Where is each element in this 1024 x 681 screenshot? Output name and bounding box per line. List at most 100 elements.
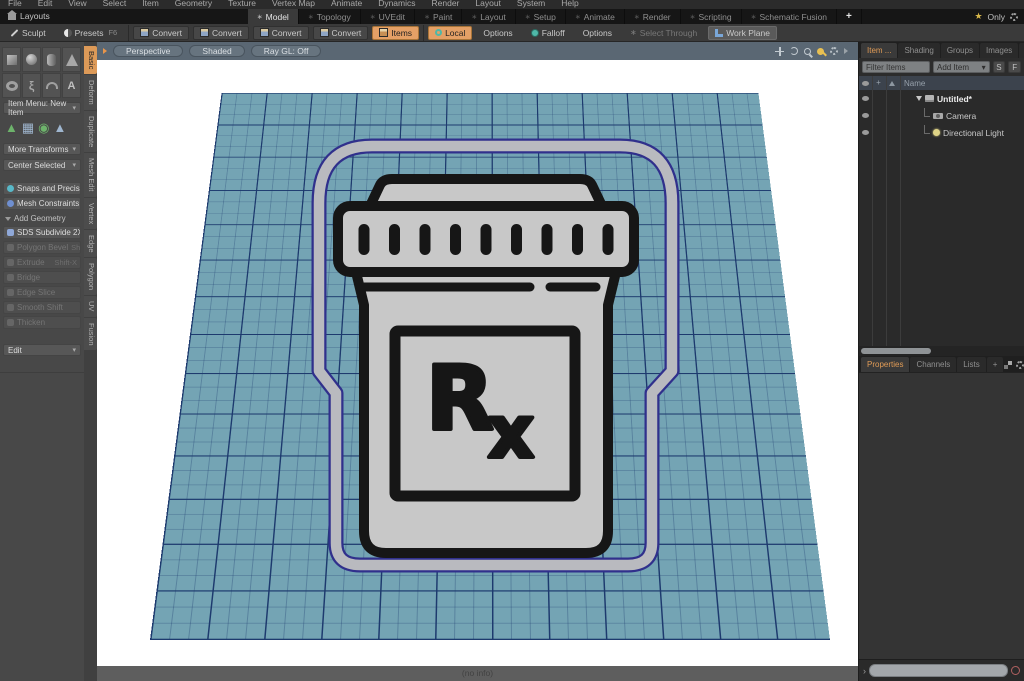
tab-paint[interactable]: ∗ Paint [415,9,463,24]
pan-icon[interactable] [775,46,784,56]
menu-file[interactable]: File [0,0,30,9]
vtab-polygon[interactable]: Polygon [84,258,97,296]
record-macro-icon[interactable] [1011,666,1020,675]
smooth-shift-button[interactable]: Smooth Shift [3,301,81,314]
rx-bottle-cookie-cutter-model[interactable]: Rx [300,133,690,578]
layouts-icon[interactable] [7,10,17,20]
visibility-cell[interactable] [859,130,872,135]
text-tool-button[interactable]: A [62,73,81,98]
viewport-canvas[interactable]: Rx [97,60,858,666]
torus-primitive-button[interactable] [2,73,21,98]
convert-button-1[interactable]: Convert [133,25,189,40]
menu-select[interactable]: Select [95,0,135,9]
locator-item-icon[interactable]: ▲ [5,119,18,137]
viewport-more-icon[interactable] [844,48,848,54]
viewport-menu-arrow-icon[interactable] [103,48,107,54]
sculpt-button[interactable]: Sculpt [3,26,53,40]
vtab-fusion[interactable]: Fusion [84,317,97,351]
presets-button[interactable]: Presets F6 [57,26,125,40]
f-button[interactable]: F [1008,61,1021,73]
cylinder-primitive-button[interactable] [42,47,61,72]
tab-model[interactable]: ∗ Model [247,9,299,24]
tree-row-untitled[interactable]: Untitled* [859,90,1024,107]
tab-setup[interactable]: ∗ Setup [516,9,566,24]
tree-horizontal-scrollbar[interactable] [859,346,1024,356]
tab-scripting[interactable]: ∗ Scripting [681,9,742,24]
select-through-button[interactable]: ∗ Select Through [623,26,704,40]
tab-channels[interactable]: Channels [910,357,957,372]
polygon-bevel-button[interactable]: Polygon BevelShift-B [3,241,81,254]
options-button-2[interactable]: Options [576,26,619,40]
edit-dropdown[interactable]: Edit ▾ [3,344,81,356]
convert-button-2[interactable]: Convert [192,25,249,40]
tree-row-camera[interactable]: Camera [859,107,1024,124]
thicken-button[interactable]: Thicken [3,316,81,329]
mesh-item-icon[interactable]: ▦ [22,119,34,137]
tab-layout[interactable]: ∗ Layout [462,9,516,24]
add-item-dropdown[interactable]: Add Item ▾ [933,61,990,73]
tab-add-panel[interactable]: + [1019,43,1024,58]
cube-primitive-button[interactable] [2,47,21,72]
edge-slice-button[interactable]: Edge Slice [3,286,81,299]
s-button[interactable]: S [992,61,1006,73]
curve-tool-button[interactable] [42,73,61,98]
local-action-center-button[interactable]: Local [428,25,473,40]
tab-properties[interactable]: Properties [861,357,910,372]
viewport-gear-icon[interactable] [830,47,838,55]
bridge-button[interactable]: Bridge [3,271,81,284]
convert-button-4[interactable]: Convert [312,25,369,40]
menu-vertex-map[interactable]: Vertex Map [264,0,323,9]
vtab-vertex[interactable]: Vertex [84,197,97,229]
sds-subdivide-button[interactable]: SDS Subdivide 2X [3,226,81,239]
command-input[interactable] [869,664,1008,677]
layouts-label[interactable]: Layouts [20,9,50,24]
sphere-primitive-button[interactable] [22,47,41,72]
tab-render[interactable]: ∗ Render [625,9,681,24]
tab-lists[interactable]: Lists [957,357,986,372]
add-tab-button[interactable]: + [837,9,862,24]
items-mode-button[interactable]: Items [372,25,420,40]
snaps-precision-button[interactable]: Snaps and Precision [3,182,81,195]
rotate-icon[interactable] [790,47,798,55]
popout-icon[interactable] [1004,360,1013,369]
tab-add-panel[interactable]: + [986,357,1004,372]
menu-geometry[interactable]: Geometry [167,0,220,9]
menu-item[interactable]: Item [134,0,167,9]
helix-tool-button[interactable]: ξ [22,73,41,98]
vtab-mesh-edit[interactable]: Mesh Edit [84,153,97,197]
favorite-star-icon[interactable]: ★ [974,9,982,24]
work-plane-button[interactable]: Work Plane [708,25,777,40]
mesh-constraints-button[interactable]: Mesh Constraints [3,197,81,210]
tab-item-list[interactable]: Item ... [861,43,898,58]
raygl-dropdown[interactable]: Ray GL: Off [250,45,322,57]
item-menu-dropdown[interactable]: Item Menu: New Item ▾ [3,99,81,117]
vtab-deform[interactable]: Deform [84,75,97,110]
menu-help[interactable]: Help [553,0,586,9]
menu-dynamics[interactable]: Dynamics [370,0,423,9]
vtab-uv[interactable]: UV [84,296,97,317]
visibility-cell[interactable] [859,96,872,101]
item-name-directional-light[interactable]: Directional Light [943,128,1004,138]
tab-uvedit[interactable]: ∗ UVEdit [361,9,416,24]
key-icon[interactable] [817,47,824,55]
tab-shading[interactable]: Shading [898,43,940,58]
convert-button-3[interactable]: Convert [252,25,309,40]
menu-animate[interactable]: Animate [323,0,370,9]
tree-row-directional-light[interactable]: Directional Light [859,124,1024,141]
tabbar-gear-icon[interactable] [1010,12,1018,21]
item-name-untitled[interactable]: Untitled* [937,94,972,104]
tab-animate[interactable]: ∗ Animate [566,9,625,24]
vtab-duplicate[interactable]: Duplicate [84,110,97,153]
extrude-button[interactable]: Extrude Shift-X [3,256,81,269]
options-button-1[interactable]: Options [476,26,519,40]
vtab-basic[interactable]: Basic [84,46,97,75]
falloff-button[interactable]: Falloff [524,26,572,40]
menu-system[interactable]: System [509,0,553,9]
shading-mode-dropdown[interactable]: Shaded [189,45,245,57]
cone-primitive-button[interactable] [62,47,81,72]
tab-topology[interactable]: ∗ Topology [299,9,361,24]
tab-images[interactable]: Images [980,43,1019,58]
pyramid-item-icon[interactable]: ▲ [54,119,67,137]
menu-view[interactable]: View [60,0,94,9]
only-toggle[interactable]: Only [988,12,1005,22]
